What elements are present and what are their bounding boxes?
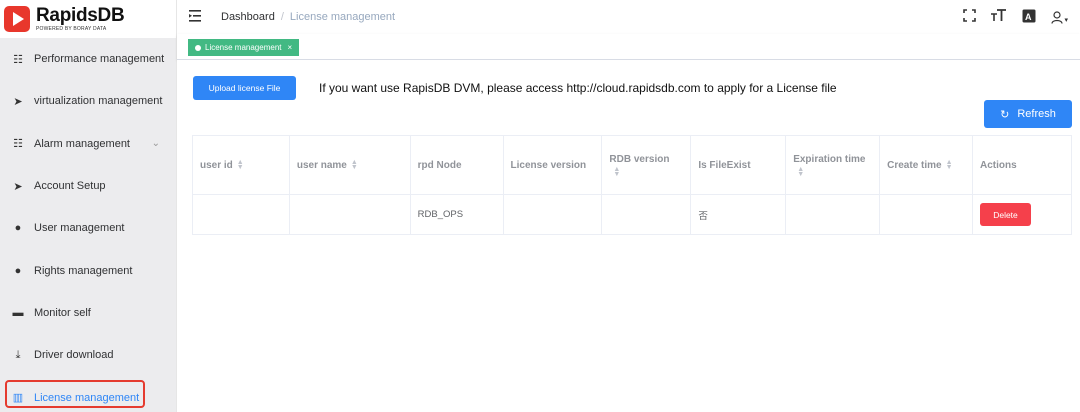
column-label: user name — [296, 159, 347, 171]
sidebar-item-driver-download[interactable]: ⤓ Driver download — [0, 334, 176, 377]
tag-dot — [195, 44, 201, 51]
font-size-icon[interactable] — [991, 9, 1007, 25]
font-size-svg — [991, 9, 1007, 21]
cell-user-name — [288, 194, 411, 235]
translate-letter: A — [1025, 12, 1032, 22]
sidebar-item-label: Performance management — [34, 53, 165, 66]
sidebar-item-label: Monitor self — [34, 306, 91, 319]
top-navbar: Dashboard / License management A ▾ — [177, 0, 1080, 34]
main-content: Upload license File If you want use Rapi… — [177, 60, 1080, 412]
sidebar-item-license-management[interactable]: ▥ License management — [0, 376, 176, 412]
delete-button[interactable]: Delete — [980, 203, 1031, 226]
chevron-down-icon[interactable]: ⌄ — [152, 138, 160, 149]
column-header-license-version: License version — [502, 135, 603, 195]
column-label: RDB version — [609, 153, 670, 165]
tags-view: License management × — [177, 34, 1080, 60]
sidebar-item-label: Alarm management — [34, 137, 130, 150]
download-icon: ⤓ — [15, 348, 21, 361]
column-label: Create time — [887, 159, 942, 171]
sidebar-item-monitor-self[interactable]: ▬ Monitor self — [0, 291, 176, 335]
sidebar-item-virtualization-management[interactable]: ➤ virtualization management — [0, 80, 176, 123]
user-menu[interactable]: ▾ — [1051, 10, 1068, 24]
tag-label: License management — [205, 43, 282, 52]
cell-user-id — [192, 194, 290, 235]
sidebar-item-label: Account Setup — [34, 180, 106, 193]
sidebar: RapidsDB POWERED BY BORAY DATA ☷ Perform… — [0, 0, 177, 412]
column-header-user-id[interactable]: user id ▲ ▼ — [192, 135, 290, 195]
breadcrumb: Dashboard / License management — [221, 11, 395, 23]
cell-rdb-version — [601, 194, 692, 235]
user-icon: ● — [14, 264, 22, 277]
sidebar-item-performance-management[interactable]: ☷ Performance management — [0, 38, 176, 81]
user-icon — [1051, 10, 1064, 24]
column-header-create-time[interactable]: Create time ▲ ▼ — [879, 135, 973, 195]
table-header-row: user id ▲ ▼ user name ▲ ▼ rpd Node License v… — [192, 135, 1072, 195]
send-icon: ➤ — [13, 180, 23, 193]
cell-rpd-node: RDB_OPS — [409, 194, 504, 235]
sort-caret-icon[interactable]: ▲ ▼ — [613, 166, 620, 178]
breadcrumb-separator: / — [280, 11, 284, 23]
column-header-actions: Actions — [972, 135, 1072, 195]
brand-name: RapidsDB — [36, 5, 125, 26]
briefcase-icon: ▬ — [12, 306, 24, 319]
cell-file-exist: 否 — [690, 194, 787, 235]
license-notice: If you want use RapisDB DVM, please acce… — [319, 81, 837, 95]
breadcrumb-home[interactable]: Dashboard — [221, 11, 275, 23]
header-tools: A ▾ — [961, 0, 1068, 34]
refresh-label: Refresh — [1017, 108, 1056, 120]
column-label: Expiration time — [793, 153, 866, 165]
highlight-box — [5, 380, 145, 409]
column-label: user id — [200, 159, 233, 171]
sidebar-menu: ☷ Performance management ➤ virtualizatio… — [0, 38, 176, 412]
column-label: rpd Node — [417, 159, 462, 171]
sort-caret-icon[interactable]: ▲ ▼ — [351, 159, 358, 171]
upload-license-button[interactable]: Upload license File — [193, 76, 296, 100]
column-header-user-name[interactable]: user name ▲ ▼ — [288, 135, 411, 195]
column-label: License version — [510, 159, 587, 171]
sort-caret-icon[interactable]: ▲ ▼ — [237, 159, 244, 171]
column-header-is-file-exist: Is FileExist — [690, 135, 787, 195]
table-row: RDB_OPS 否 Delete — [192, 194, 1072, 235]
cell-actions: Delete — [972, 194, 1072, 235]
column-label: Is FileExist — [698, 159, 751, 171]
sidebar-item-label: User management — [34, 222, 125, 235]
sidebar-item-account-setup[interactable]: ➤ Account Setup — [0, 164, 176, 208]
license-table: user id ▲ ▼ user name ▲ ▼ rpd Node License v… — [192, 135, 1072, 235]
fullscreen-icon[interactable] — [961, 9, 977, 25]
column-header-expiration-time[interactable]: Expiration time ▲ ▼ — [785, 135, 881, 195]
sidebar-item-user-management[interactable]: ● User management — [0, 207, 176, 250]
column-label: Actions — [980, 159, 1017, 171]
logo[interactable]: RapidsDB POWERED BY BORAY DATA — [0, 0, 176, 38]
cell-create-time — [879, 194, 973, 235]
close-icon[interactable]: × — [288, 43, 293, 52]
sort-caret-icon[interactable]: ▲ ▼ — [946, 159, 953, 171]
cell-license-version — [502, 194, 603, 235]
hamburger-icon[interactable] — [189, 9, 203, 25]
cell-expiration-time — [785, 194, 881, 235]
breadcrumb-current: License management — [289, 11, 396, 23]
sort-caret-icon[interactable]: ▲ ▼ — [797, 166, 804, 178]
column-header-rdb-version[interactable]: RDB version ▲ ▼ — [601, 135, 692, 195]
send-icon: ➤ — [13, 95, 23, 108]
rapidsdb-logo-icon — [4, 6, 30, 32]
tag-license-management[interactable]: License management × — [188, 39, 300, 56]
sidebar-item-label: Rights management — [34, 264, 133, 277]
sidebar-item-label: virtualization management — [34, 95, 163, 108]
user-icon: ● — [14, 222, 22, 235]
sidebar-item-label: Driver download — [34, 349, 114, 362]
list-icon: ☷ — [13, 53, 23, 66]
fullscreen-svg — [963, 9, 976, 22]
translate-svg: A — [1022, 9, 1036, 22]
sidebar-item-rights-management[interactable]: ● Rights management — [0, 249, 176, 292]
refresh-button[interactable]: ↻ Refresh — [984, 100, 1072, 128]
hamburger-svg — [189, 10, 201, 22]
caret-down-icon: ▾ — [1064, 16, 1068, 24]
sidebar-item-alarm-management[interactable]: ☷ Alarm management ⌄ — [0, 122, 176, 165]
column-header-rpd-node: rpd Node — [409, 135, 504, 195]
refresh-icon: ↻ — [1000, 108, 1010, 121]
list-icon: ☷ — [13, 138, 23, 151]
brand-tagline: POWERED BY BORAY DATA — [36, 26, 107, 32]
translate-icon[interactable]: A — [1021, 9, 1037, 26]
